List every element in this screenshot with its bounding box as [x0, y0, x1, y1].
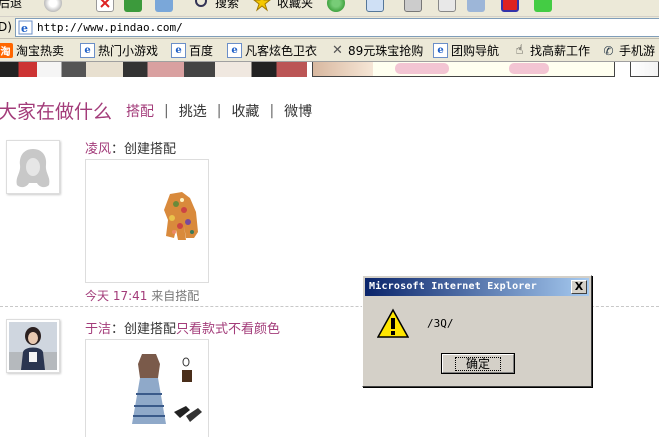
feed-colon: ： — [111, 322, 125, 337]
ie-page-icon: e — [433, 43, 448, 58]
tab-match[interactable]: 搭配 — [126, 101, 154, 121]
outfit-thumbnail[interactable] — [85, 159, 209, 283]
floral-dress-image — [164, 192, 198, 240]
activity-tabs: 搭配 | 挑选 | 收藏 | 微博 — [126, 101, 312, 121]
tab-separator: | — [164, 103, 169, 119]
dialog-title: Microsoft Internet Explorer — [369, 281, 537, 292]
banner-image-center[interactable] — [312, 62, 615, 77]
alert-dialog: Microsoft Internet Explorer X /3Q/ 确定 — [362, 275, 592, 387]
home-icon[interactable] — [155, 0, 173, 12]
address-label: D) — [0, 20, 12, 34]
link-taobao[interactable]: 淘 淘宝热卖 — [0, 42, 64, 59]
link-jewelry[interactable]: ✕ 89元珠宝抢购 — [330, 42, 423, 59]
forward-icon[interactable] — [44, 0, 62, 12]
link-baidu[interactable]: e 百度 — [171, 42, 213, 59]
links-bar: 淘 淘宝热卖 e 热门小游戏 e 百度 e 凡客炫色卫衣 ✕ 89元珠宝抢购 e… — [0, 39, 659, 62]
discuss-icon[interactable] — [467, 0, 485, 12]
search-button-label[interactable]: 搜索 — [215, 0, 239, 11]
tab-favorites[interactable]: 收藏 — [231, 101, 259, 121]
feed-colon: ： — [111, 142, 125, 157]
tab-separator: | — [269, 103, 275, 119]
link-vancl[interactable]: e 凡客炫色卫衣 — [227, 42, 317, 59]
favorites-star-icon[interactable] — [253, 0, 271, 12]
link-mobile-games[interactable]: ✆ 手机游 — [601, 42, 655, 59]
ok-button-label: 确定 — [454, 356, 501, 371]
address-url: http://www.pindao.com/ — [37, 21, 183, 34]
ie-page-icon: e — [227, 43, 242, 58]
edit-icon[interactable] — [438, 0, 456, 12]
phone-icon: ✆ — [603, 43, 614, 58]
stop-icon[interactable] — [96, 0, 114, 12]
link-label: 团购导航 — [451, 44, 500, 58]
link-label: 百度 — [189, 44, 214, 58]
print-icon[interactable] — [404, 0, 422, 12]
address-input[interactable]: e http://www.pindao.com/ — [15, 18, 659, 37]
messenger-icon[interactable] — [534, 0, 552, 12]
feed-user-name[interactable]: 于洁 — [85, 322, 111, 337]
ie-page-icon: e — [171, 43, 186, 58]
avatar[interactable] — [6, 319, 60, 373]
tab-pick[interactable]: 挑选 — [179, 101, 207, 121]
media-icon[interactable] — [327, 0, 345, 12]
link-label: 89元珠宝抢购 — [348, 44, 424, 58]
favorites-button-label[interactable]: 收藏夹 — [277, 0, 313, 11]
feed-item-header: 凌风：创建搭配 — [85, 138, 176, 157]
browser-toolbar: 后退 搜索 收藏夹 — [0, 0, 659, 17]
address-bar: D) e http://www.pindao.com/ — [0, 17, 659, 39]
banner-image-right[interactable] — [630, 62, 659, 77]
hand-icon: ☝ — [515, 43, 524, 58]
x-logo-icon: ✕ — [332, 43, 343, 58]
link-mini-games[interactable]: e 热门小游戏 — [80, 42, 158, 59]
svg-text:e: e — [21, 22, 28, 35]
link-jobs[interactable]: ☝ 找高薪工作 — [512, 42, 590, 59]
link-label: 热门小游戏 — [98, 44, 159, 58]
tab-weibo[interactable]: 微博 — [284, 101, 312, 121]
tab-separator: | — [216, 103, 222, 119]
feed-outfit-title[interactable]: 只看款式不看颜色 — [176, 322, 280, 337]
feed-timestamp[interactable]: 今天 17:41 — [85, 289, 147, 303]
link-label: 找高薪工作 — [530, 44, 591, 58]
outfit-collage-image — [132, 354, 202, 424]
warning-icon — [377, 308, 409, 338]
search-icon[interactable] — [192, 0, 210, 12]
dialog-close-button[interactable]: X — [571, 280, 587, 294]
mail-icon[interactable] — [366, 0, 384, 12]
research-icon[interactable] — [501, 0, 519, 12]
feed-source: 来自搭配 — [151, 289, 200, 303]
default-avatar-silhouette — [9, 143, 57, 191]
taobao-icon: 淘 — [0, 43, 13, 58]
feed-meta: 今天 17:41 来自搭配 — [85, 287, 199, 304]
link-groupbuy[interactable]: e 团购导航 — [433, 42, 499, 59]
ok-button[interactable]: 确定 — [441, 353, 515, 374]
link-label: 凡客炫色卫衣 — [245, 44, 318, 58]
feed-action: 创建搭配 — [124, 142, 177, 157]
feed-action: 创建搭配 — [124, 322, 177, 337]
feed-item-header: 于洁：创建搭配只看款式不看颜色 — [85, 318, 280, 337]
outfit-thumbnail[interactable] — [85, 339, 209, 437]
dialog-message: /3Q/ — [427, 317, 454, 330]
dialog-titlebar[interactable]: Microsoft Internet Explorer X — [365, 278, 589, 296]
feed-user-name[interactable]: 凌风 — [85, 142, 111, 157]
ie-page-icon: e — [80, 43, 95, 58]
back-button-label[interactable]: 后退 — [0, 0, 22, 11]
banner-image-left[interactable] — [0, 62, 307, 77]
link-label: 淘宝热卖 — [16, 44, 65, 58]
user-photo-avatar — [9, 322, 57, 370]
section-heading: 大家在做什么 — [0, 101, 113, 123]
refresh-icon[interactable] — [124, 0, 142, 12]
ie-page-icon: e — [18, 20, 33, 35]
avatar[interactable] — [6, 140, 60, 194]
link-label: 手机游 — [619, 44, 656, 58]
